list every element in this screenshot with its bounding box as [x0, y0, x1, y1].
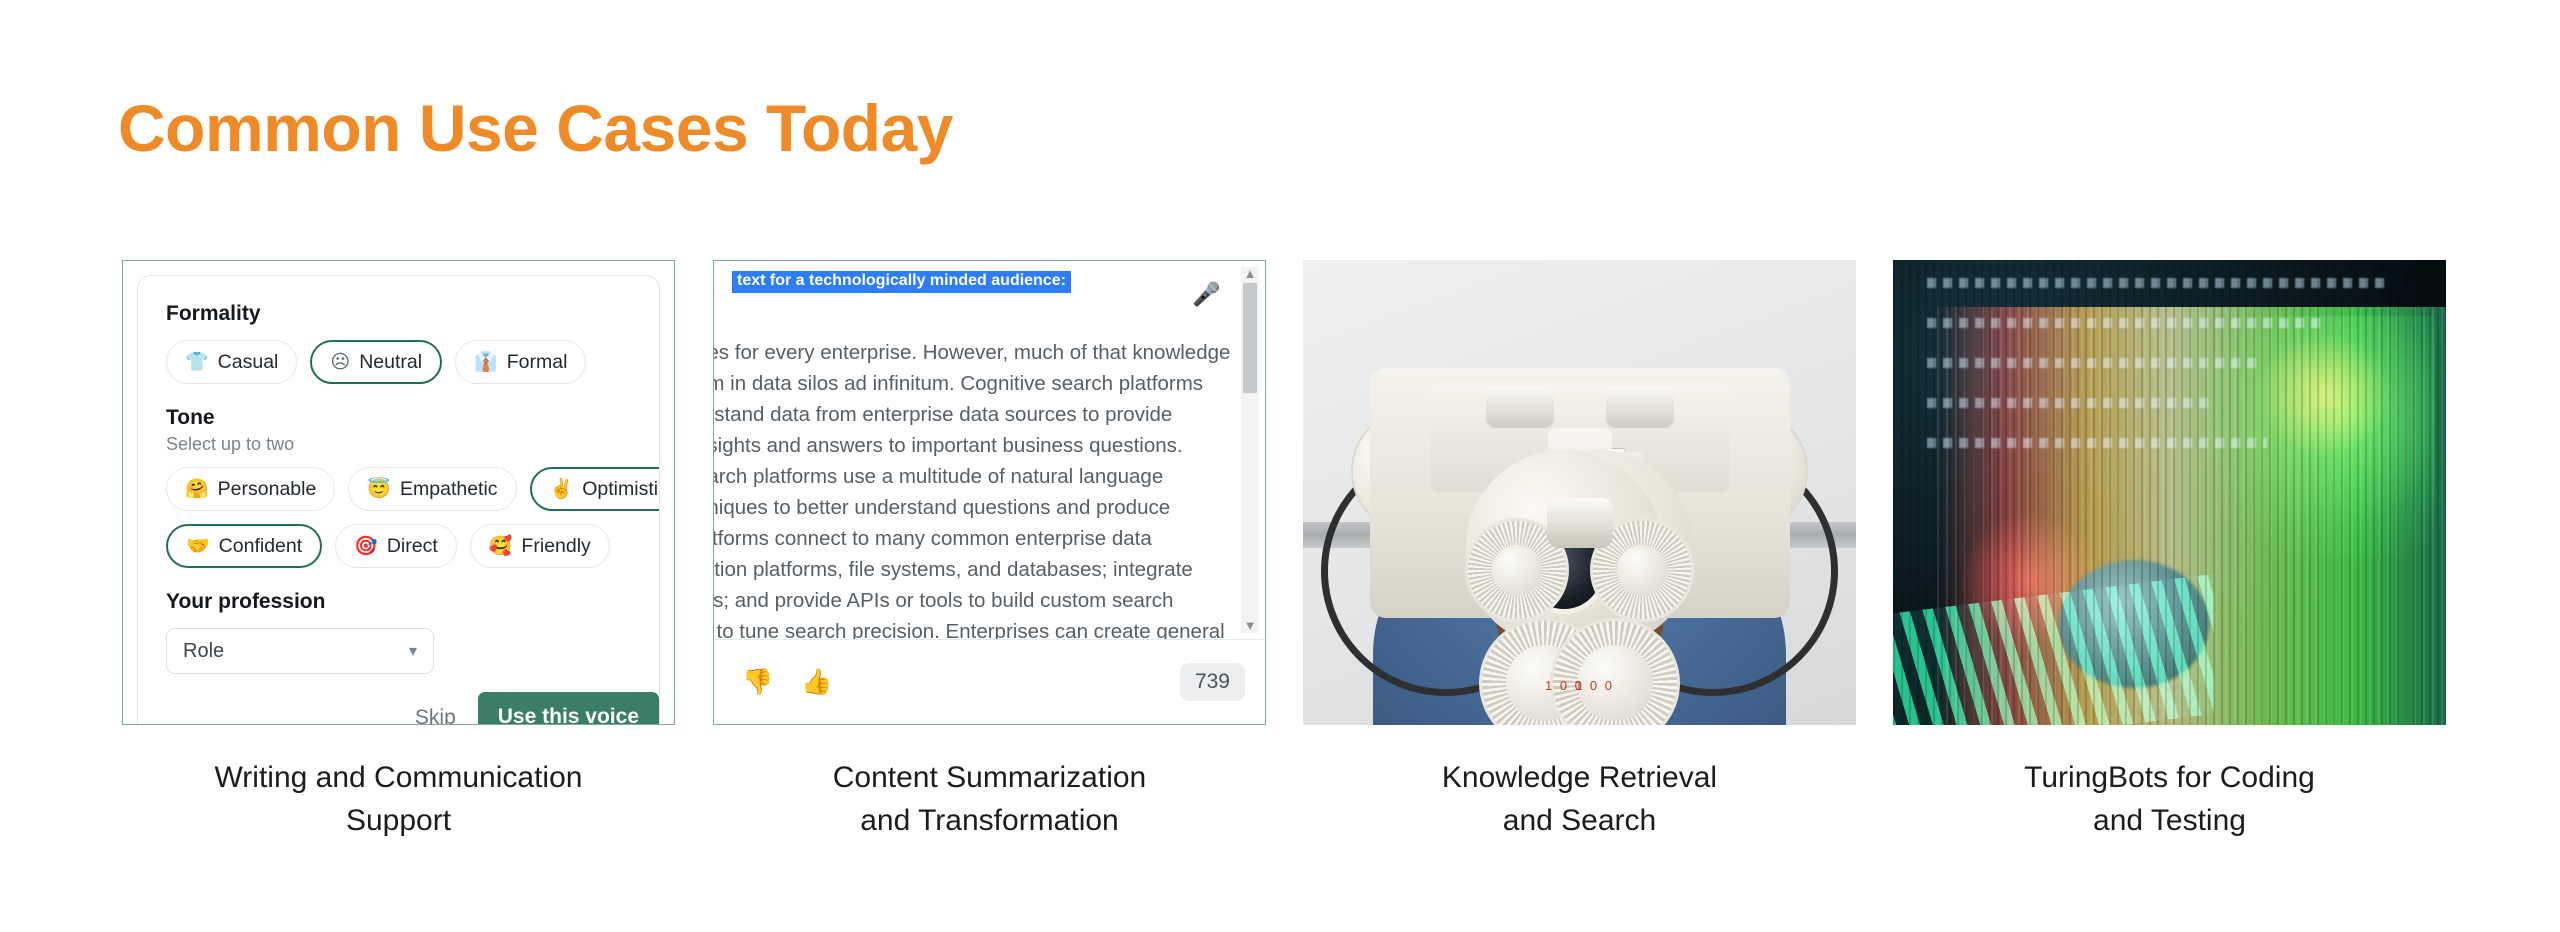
hugging-face-emoji: 🤗	[185, 478, 209, 500]
use-case-card-1[interactable]: Formality 👕 Casual ☹ Neutral 👔 Formal To…	[122, 260, 675, 842]
formality-section-label: Formality	[166, 302, 261, 325]
document-body-text: oes for every enterprise. However, much …	[714, 341, 1231, 640]
tone-chip-optimistic-label: Optimistic	[582, 477, 660, 500]
tone-section-label: Tone	[166, 406, 215, 429]
selected-text-highlight: text for a technologically minded audien…	[732, 271, 1071, 293]
tone-chip-direct[interactable]: 🎯 Direct	[335, 524, 457, 568]
neutral-face-icon: ☹	[330, 351, 351, 373]
use-this-voice-button[interactable]: Use this voice	[477, 692, 659, 724]
tone-chip-friendly[interactable]: 🥰 Friendly	[469, 524, 610, 568]
scanline-overlay	[1893, 260, 2446, 725]
tone-chip-direct-label: Direct	[386, 534, 438, 557]
use-case-card-2[interactable]: text for a technologically minded audien…	[713, 260, 1266, 842]
tone-chip-friendly-label: Friendly	[521, 534, 591, 557]
card-2-caption-line2: and Transformation	[860, 803, 1119, 837]
scroll-up-arrow-icon[interactable]: ▲	[1244, 267, 1257, 281]
card-3-caption-line2: and Search	[1502, 803, 1657, 837]
tone-chip-confident-label: Confident	[218, 534, 303, 557]
card-2-caption: Content Summarization and Transformation	[713, 757, 1266, 842]
card-1-thumbnail[interactable]: Formality 👕 Casual ☹ Neutral 👔 Formal To…	[122, 260, 675, 725]
page-title: Common Use Cases Today	[118, 91, 954, 165]
victory-hand-emoji: ✌️	[549, 478, 574, 500]
formality-chip-neutral[interactable]: ☹ Neutral	[310, 340, 443, 384]
phoropter-center-knob	[1546, 498, 1613, 548]
tone-chip-row-1: 🤗 Personable 😇 Empathetic ✌️ Optimistic	[166, 467, 659, 511]
card-1-caption: Writing and Communication Support	[122, 757, 675, 842]
formality-chip-casual-label: Casual	[217, 350, 279, 373]
angel-face-emoji: 😇	[367, 478, 391, 500]
tone-chip-empathetic[interactable]: 😇 Empathetic	[348, 467, 517, 511]
tone-chip-optimistic[interactable]: ✌️ Optimistic	[529, 467, 660, 511]
tone-section-hint: Select up to two	[166, 434, 295, 454]
slide-canvas: Common Use Cases Today Formality 👕 Casua…	[0, 0, 2560, 932]
voice-panel-footer: Skip Use this voice	[393, 692, 659, 724]
skip-button[interactable]: Skip	[393, 706, 478, 724]
document-toolbar: 👎 👍 739	[714, 640, 1265, 724]
handshake-emoji: 🤝	[186, 535, 210, 557]
phoropter-top-knob-left	[1485, 386, 1554, 428]
tone-chip-personable-label: Personable	[217, 477, 317, 500]
card-4-caption-line1: TuringBots for Coding	[2024, 761, 2315, 794]
card-4-thumbnail[interactable]	[1893, 260, 2446, 725]
card-2-thumbnail[interactable]: text for a technologically minded audien…	[713, 260, 1266, 725]
tone-chip-row-2: 🤝 Confident 🎯 Direct 🥰 Friendly	[166, 524, 631, 568]
card-3-thumbnail[interactable]: 1 0 0 1 0 0	[1303, 260, 1856, 725]
document-body[interactable]: text for a technologically minded audien…	[714, 261, 1265, 640]
thumbs-down-icon[interactable]: 👎	[742, 668, 773, 697]
use-case-card-3[interactable]: 1 0 0 1 0 0 Knowledge Retrieval and Sear…	[1303, 260, 1856, 842]
tone-chip-confident[interactable]: 🤝 Confident	[166, 524, 323, 568]
word-count-badge: 739	[1179, 663, 1245, 701]
document-panel: text for a technologically minded audien…	[714, 261, 1265, 724]
phoropter-top-knob-right	[1605, 386, 1674, 428]
tone-chip-personable[interactable]: 🤗 Personable	[166, 467, 336, 511]
card-4-caption: TuringBots for Coding and Testing	[1893, 757, 2446, 842]
formality-chip-formal[interactable]: 👔 Formal	[455, 340, 587, 384]
bullseye-emoji: 🎯	[354, 535, 378, 557]
tshirt-icon: 👕	[185, 351, 209, 373]
dress-shirt-icon: 👔	[474, 351, 498, 373]
formality-chip-neutral-label: Neutral	[359, 350, 423, 373]
role-select-value: Role	[183, 639, 225, 662]
scrollbar-thumb[interactable]	[1243, 283, 1257, 393]
voice-settings-panel: Formality 👕 Casual ☹ Neutral 👔 Formal To…	[137, 275, 660, 724]
code-visualization-photo	[1893, 260, 2446, 725]
smiling-face-emoji: 🥰	[488, 535, 513, 557]
profession-section-label: Your profession	[166, 590, 326, 613]
use-case-card-4[interactable]: TuringBots for Coding and Testing	[1893, 260, 2446, 842]
card-4-caption-line2: and Testing	[2093, 803, 2246, 837]
phoropter-reading-right: 1 0 0	[1575, 678, 1614, 693]
card-3-caption: Knowledge Retrieval and Search	[1303, 757, 1856, 842]
card-2-caption-line1: Content Summarization	[832, 761, 1147, 794]
thumbs-up-icon[interactable]: 👍	[801, 668, 832, 697]
document-scrollbar[interactable]: ▲ ▼	[1241, 267, 1259, 633]
formality-chip-casual[interactable]: 👕 Casual	[166, 340, 298, 384]
card-3-caption-line1: Knowledge Retrieval	[1441, 761, 1718, 794]
formality-chip-row: 👕 Casual ☹ Neutral 👔 Formal	[166, 340, 631, 384]
scroll-down-arrow-icon[interactable]: ▼	[1244, 619, 1257, 633]
phoropter-photo: 1 0 0 1 0 0	[1303, 260, 1856, 725]
tone-chip-empathetic-label: Empathetic	[400, 477, 498, 500]
card-1-caption-line1: Writing and Communication	[214, 761, 583, 794]
card-1-caption-line2: Support	[345, 803, 452, 837]
microphone-icon[interactable]: 🎤	[1192, 281, 1221, 308]
chevron-down-icon: ▾	[408, 643, 417, 660]
formality-chip-formal-label: Formal	[506, 350, 568, 373]
role-select[interactable]: Role ▾	[166, 628, 434, 674]
